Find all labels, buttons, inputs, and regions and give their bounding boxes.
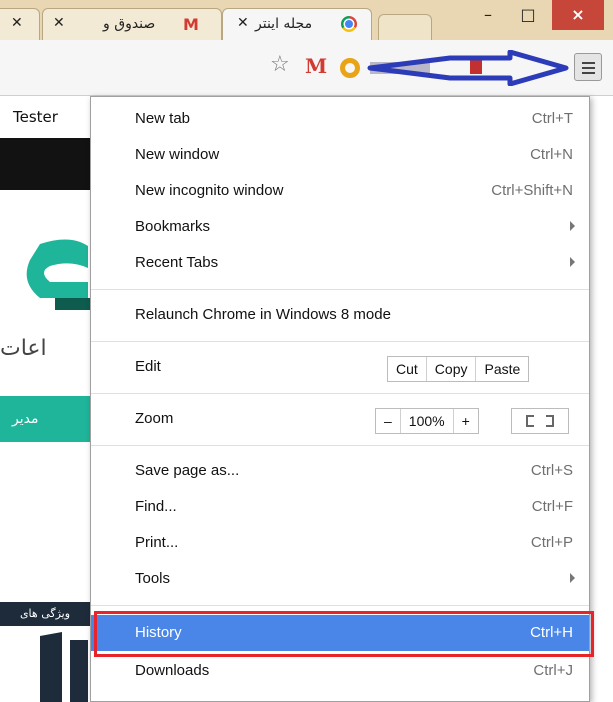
menu-item-print[interactable]: Print... Ctrl+P — [91, 525, 589, 561]
menu-item-shortcut: Ctrl+N — [530, 146, 573, 163]
page-logo-fragment — [40, 632, 88, 702]
menu-item-new-incognito-window[interactable]: New incognito window Ctrl+Shift+N — [91, 173, 589, 209]
menu-item-recent-tabs[interactable]: Recent Tabs — [91, 245, 589, 281]
close-button[interactable]: × — [552, 0, 604, 30]
menu-item-downloads[interactable]: Downloads Ctrl+J — [91, 653, 589, 689]
minimize-button[interactable]: – — [468, 0, 508, 30]
tab-active[interactable]: ✕ مجله اینتر — [222, 8, 372, 40]
chrome-icon — [341, 16, 357, 32]
menu-item-shortcut: Ctrl+F — [531, 498, 573, 515]
submenu-arrow-icon — [570, 573, 575, 583]
fullscreen-button[interactable] — [511, 408, 569, 434]
hamburger-line — [582, 72, 595, 74]
page-teal-button[interactable]: مدیر — [0, 396, 90, 442]
menu-item-label: Print... — [135, 534, 179, 551]
tab-label: مجله اینتر — [255, 16, 313, 32]
edit-button-group: Cut Copy Paste — [387, 356, 530, 382]
zoom-button-group: – 100% + — [375, 408, 479, 434]
menu-separator — [91, 289, 589, 290]
gmail-extension-icon[interactable]: M — [305, 54, 327, 78]
menu-item-save-page[interactable]: Save page as... Ctrl+S — [91, 453, 589, 489]
close-tab-icon[interactable]: ✕ — [11, 15, 23, 31]
menu-item-label: Downloads — [135, 662, 210, 679]
menu-item-label: Zoom — [135, 410, 174, 427]
hamburger-line — [582, 62, 595, 64]
menu-item-label: Relaunch Chrome in Windows 8 mode — [135, 306, 391, 323]
hamburger-line — [582, 67, 595, 69]
tab-partial[interactable]: ✕ — [0, 8, 40, 40]
menu-item-find[interactable]: Find... Ctrl+F — [91, 489, 589, 525]
page-partial-text: اعات — [0, 336, 47, 361]
gmail-icon: M — [183, 15, 199, 34]
toolbar: ☆ M — [0, 40, 613, 96]
page-link[interactable]: Tester — [13, 108, 58, 126]
tab-label: صندوق و — [103, 16, 156, 32]
opera-extension-icon[interactable] — [340, 58, 360, 78]
menu-item-label: Bookmarks — [135, 218, 211, 235]
new-tab-button[interactable] — [378, 14, 432, 40]
menu-item-label: New window — [135, 146, 220, 163]
menu-item-label: Find... — [135, 498, 177, 515]
paste-button[interactable]: Paste — [476, 357, 528, 381]
page-dark-band: ویژگی های — [0, 602, 90, 626]
menu-item-shortcut: Ctrl+S — [530, 462, 573, 479]
zoom-out-button[interactable]: – — [376, 409, 401, 433]
black-banner — [0, 138, 90, 190]
menu-item-relaunch-windows8[interactable]: Relaunch Chrome in Windows 8 mode — [91, 297, 589, 333]
submenu-arrow-icon — [570, 221, 575, 231]
menu-item-edit: Edit Cut Copy Paste — [91, 349, 589, 385]
maximize-button[interactable]: □ — [508, 0, 548, 30]
menu-item-shortcut: Ctrl+J — [533, 662, 573, 679]
menu-item-bookmarks[interactable]: Bookmarks — [91, 209, 589, 245]
menu-item-new-window[interactable]: New window Ctrl+N — [91, 137, 589, 173]
menu-item-shortcut: Ctrl+T — [531, 110, 573, 127]
menu-item-new-tab[interactable]: New tab Ctrl+T — [91, 101, 589, 137]
menu-separator — [91, 341, 589, 342]
menu-item-label: Tools — [135, 570, 171, 587]
fullscreen-corner-icon — [526, 421, 534, 427]
title-bar: ✕ ✕ صندوق و M ✕ مجله اینتر – □ × — [0, 0, 613, 40]
site-logo — [26, 239, 90, 310]
fullscreen-corner-icon — [546, 421, 554, 427]
cut-button[interactable]: Cut — [388, 357, 427, 381]
close-tab-icon[interactable]: ✕ — [237, 15, 249, 31]
menu-separator — [91, 605, 589, 606]
menu-item-label: New incognito window — [135, 182, 284, 199]
tab-gmail[interactable]: ✕ صندوق و M — [42, 8, 222, 40]
bookmark-star-icon[interactable]: ☆ — [270, 52, 290, 77]
menu-item-label: Edit — [135, 358, 161, 375]
submenu-arrow-icon — [570, 257, 575, 267]
menu-item-shortcut: Ctrl+P — [530, 534, 573, 551]
copy-button[interactable]: Copy — [427, 357, 477, 381]
menu-item-shortcut: Ctrl+Shift+N — [491, 182, 573, 199]
annotation-arrow-icon — [367, 50, 569, 86]
menu-item-tools[interactable]: Tools — [91, 561, 589, 597]
menu-item-label: Recent Tabs — [135, 254, 219, 271]
chrome-menu-button[interactable] — [574, 53, 602, 81]
annotation-highlight-box — [94, 611, 594, 657]
zoom-level: 100% — [401, 409, 454, 433]
menu-item-label: New tab — [135, 110, 191, 127]
menu-item-label: Save page as... — [135, 462, 240, 479]
menu-separator — [91, 393, 589, 394]
menu-separator — [91, 445, 589, 446]
menu-item-zoom: Zoom – 100% + — [91, 401, 589, 437]
zoom-in-button[interactable]: + — [454, 409, 478, 433]
close-tab-icon[interactable]: ✕ — [53, 15, 65, 31]
